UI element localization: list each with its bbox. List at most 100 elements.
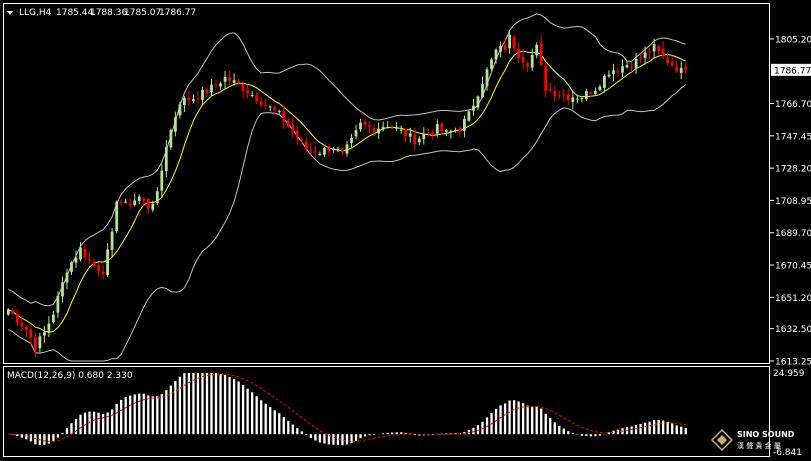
candle-body bbox=[83, 248, 87, 258]
candle-body bbox=[286, 120, 290, 127]
ohlc-close: 1786.77 bbox=[159, 8, 196, 18]
candle-body bbox=[164, 147, 168, 172]
logo-cn-name: 漢 聲 貴 金 屬 bbox=[737, 441, 781, 450]
candle-body bbox=[169, 130, 173, 148]
candle-body bbox=[422, 134, 426, 140]
logo-name: SINO SOUND bbox=[737, 430, 795, 439]
candle-body bbox=[454, 130, 457, 132]
candle-body bbox=[675, 66, 679, 72]
chart-header: LLG,H4 1785.44 1788.36 1785.07 1786.77 bbox=[7, 8, 196, 18]
price-tick-label: 1632.50 bbox=[775, 325, 811, 335]
candle-body bbox=[106, 249, 109, 275]
candle-body bbox=[417, 138, 421, 143]
candle-body bbox=[639, 57, 642, 59]
candle-body bbox=[499, 46, 502, 52]
candle-body bbox=[305, 141, 308, 149]
candle-body bbox=[314, 151, 317, 153]
candle-body bbox=[178, 104, 182, 116]
candle-body bbox=[372, 128, 376, 133]
candle-body bbox=[503, 45, 507, 50]
candle-body bbox=[548, 88, 552, 91]
candle-body bbox=[630, 66, 633, 68]
candle-body bbox=[24, 327, 28, 330]
candle-body bbox=[210, 84, 213, 93]
candle-body bbox=[137, 196, 141, 201]
candle-body bbox=[512, 36, 516, 49]
price-tick-label: 1689.70 bbox=[775, 229, 811, 239]
candle-body bbox=[155, 191, 159, 203]
candle-body bbox=[6, 309, 10, 315]
candle-body bbox=[670, 62, 674, 66]
candle-body bbox=[485, 69, 489, 87]
candle-body bbox=[634, 58, 638, 69]
candle-body bbox=[92, 261, 96, 266]
candle-body bbox=[530, 54, 534, 68]
candle-body bbox=[146, 199, 150, 209]
candle-body bbox=[481, 84, 484, 98]
candle-body bbox=[327, 148, 331, 152]
candle[interactable] bbox=[476, 95, 480, 110]
candle-body bbox=[458, 128, 462, 132]
candle-body bbox=[666, 58, 670, 63]
candle-body bbox=[70, 262, 73, 272]
candle-body bbox=[594, 90, 597, 94]
candle-body bbox=[192, 99, 195, 102]
candle-body bbox=[390, 127, 394, 129]
candle-body bbox=[404, 129, 408, 137]
candle-body bbox=[431, 131, 435, 134]
candle-body bbox=[476, 96, 480, 108]
candle-body bbox=[97, 265, 100, 271]
candle-body bbox=[160, 170, 164, 191]
trading-chart: LLG,H4 1785.44 1788.36 1785.07 1786.77 1… bbox=[0, 0, 811, 461]
price-tick-label: 1651.20 bbox=[775, 294, 811, 304]
candle-body bbox=[15, 313, 19, 323]
candle-body bbox=[115, 201, 119, 232]
candle-body bbox=[526, 63, 530, 67]
candle-body bbox=[679, 67, 683, 73]
candle-body bbox=[34, 337, 37, 350]
candle-body bbox=[232, 80, 236, 83]
candle-body bbox=[684, 66, 688, 70]
candle[interactable] bbox=[115, 200, 119, 234]
candle[interactable] bbox=[467, 109, 471, 122]
candle-body bbox=[273, 106, 277, 111]
candle-body bbox=[350, 138, 353, 143]
candle-body bbox=[264, 104, 268, 106]
candle-body bbox=[88, 259, 91, 261]
symbol-label: LLG,H4 bbox=[19, 8, 52, 18]
candle-body bbox=[490, 59, 493, 69]
candle-body bbox=[408, 133, 412, 137]
candle-body bbox=[589, 92, 593, 94]
candle-body bbox=[259, 101, 263, 106]
candle-body bbox=[323, 148, 326, 155]
candle-body bbox=[445, 130, 448, 132]
candle-body bbox=[648, 51, 651, 53]
candle-body bbox=[440, 123, 444, 131]
candle-body bbox=[250, 95, 254, 96]
candle-body bbox=[345, 144, 349, 154]
candle-body bbox=[463, 119, 466, 131]
candle-body bbox=[228, 77, 231, 81]
candle-body bbox=[47, 323, 51, 332]
candle-body bbox=[133, 200, 137, 205]
candle-body bbox=[621, 66, 624, 73]
candle-body bbox=[187, 97, 191, 101]
candle-body bbox=[399, 129, 403, 131]
price-tick-label: 1766.70 bbox=[775, 100, 811, 110]
candle-body bbox=[625, 65, 629, 68]
candle-body bbox=[616, 70, 620, 72]
candle-body bbox=[657, 46, 660, 51]
candle-body bbox=[336, 148, 340, 151]
candle-body bbox=[246, 89, 249, 94]
candle[interactable] bbox=[169, 128, 173, 150]
candle-body bbox=[29, 329, 33, 338]
candle-body bbox=[241, 83, 245, 91]
candle-body bbox=[377, 128, 380, 134]
candle-body bbox=[661, 48, 665, 57]
candle-body bbox=[381, 127, 385, 130]
candle-body bbox=[607, 74, 611, 77]
candle-body bbox=[467, 111, 471, 121]
candle-body bbox=[341, 149, 344, 152]
candle-body bbox=[553, 91, 557, 97]
candle-body bbox=[201, 89, 204, 100]
